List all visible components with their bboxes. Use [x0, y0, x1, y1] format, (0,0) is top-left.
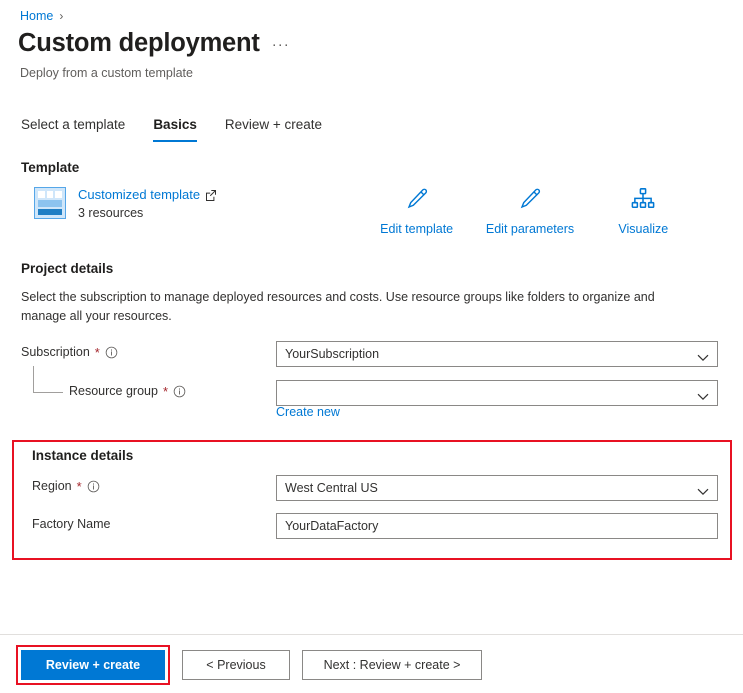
- required-indicator: *: [94, 344, 100, 360]
- project-details-description: Select the subscription to manage deploy…: [21, 290, 655, 324]
- info-icon[interactable]: [87, 480, 100, 493]
- review-create-highlight-box: Review + create: [16, 645, 170, 685]
- customized-template-link-label: Customized template: [78, 187, 201, 202]
- required-indicator: *: [162, 383, 169, 399]
- review-create-button[interactable]: Review + create: [21, 650, 165, 680]
- info-icon[interactable]: [173, 385, 186, 398]
- pencil-icon: [517, 186, 543, 217]
- subscription-label: Subscription *: [21, 345, 118, 359]
- edit-parameters-label: Edit parameters: [485, 222, 575, 236]
- wizard-footer: Review + create < Previous Next : Review…: [0, 645, 743, 685]
- template-summary: Customized template 3 resources: [34, 187, 217, 221]
- resource-group-control: [276, 380, 718, 406]
- subscription-label-text: Subscription: [21, 345, 90, 359]
- external-link-icon: [205, 189, 217, 201]
- resource-group-label: Resource group *: [69, 384, 186, 398]
- subscription-row: Subscription *: [0, 341, 743, 367]
- region-control: [276, 475, 718, 501]
- info-icon[interactable]: [105, 346, 118, 359]
- factory-name-label-text: Factory Name: [32, 517, 111, 531]
- tab-select-a-template[interactable]: Select a template: [21, 115, 139, 142]
- subscription-select[interactable]: [276, 341, 718, 367]
- page-title: Custom deployment: [18, 29, 260, 57]
- required-indicator: *: [76, 478, 82, 494]
- visualize-label: Visualize: [618, 222, 669, 236]
- previous-button[interactable]: < Previous: [182, 650, 290, 680]
- template-section-heading: Template: [21, 160, 80, 175]
- pencil-icon: [404, 186, 430, 217]
- factory-name-label: Factory Name: [32, 517, 111, 531]
- instance-details-heading: Instance details: [32, 448, 134, 463]
- resource-group-select[interactable]: [276, 380, 718, 406]
- edit-parameters-button[interactable]: Edit parameters: [473, 186, 586, 236]
- edit-template-button[interactable]: Edit template: [360, 186, 473, 236]
- breadcrumb-separator-icon: ›: [59, 9, 64, 23]
- template-resource-count: 3 resources: [78, 206, 144, 221]
- region-row: Region *: [0, 475, 743, 501]
- edit-template-label: Edit template: [380, 222, 454, 236]
- breadcrumb-item-home[interactable]: Home: [20, 9, 53, 23]
- hierarchy-icon: [630, 186, 656, 217]
- more-options-icon[interactable]: ···: [272, 36, 290, 57]
- next-button[interactable]: Next : Review + create >: [302, 650, 482, 680]
- region-label-text: Region: [32, 479, 72, 493]
- template-actions: Edit template Edit parameters Visualize: [360, 186, 700, 236]
- resource-group-row: Resource group *: [0, 380, 743, 406]
- page-header: Custom deployment ···: [18, 29, 290, 57]
- factory-name-input[interactable]: [276, 513, 718, 539]
- template-grid-icon: [34, 187, 66, 219]
- resource-group-label-text: Resource group: [69, 384, 158, 398]
- footer-divider: [0, 634, 743, 635]
- wizard-tabs: Select a template Basics Review + create: [21, 115, 350, 142]
- project-details-heading: Project details: [21, 261, 114, 276]
- subscription-control: [276, 341, 718, 367]
- tab-review-create[interactable]: Review + create: [225, 115, 336, 142]
- factory-name-row: Factory Name: [0, 513, 743, 539]
- create-new-resource-group-link[interactable]: Create new: [276, 405, 340, 419]
- region-label: Region *: [32, 479, 100, 493]
- breadcrumb: Home ›: [20, 9, 63, 23]
- region-select[interactable]: [276, 475, 718, 501]
- page-subtitle: Deploy from a custom template: [20, 66, 193, 80]
- visualize-button[interactable]: Visualize: [587, 186, 700, 236]
- customized-template-link[interactable]: Customized template: [78, 187, 217, 203]
- factory-name-control: [276, 513, 718, 539]
- tab-basics[interactable]: Basics: [153, 115, 211, 142]
